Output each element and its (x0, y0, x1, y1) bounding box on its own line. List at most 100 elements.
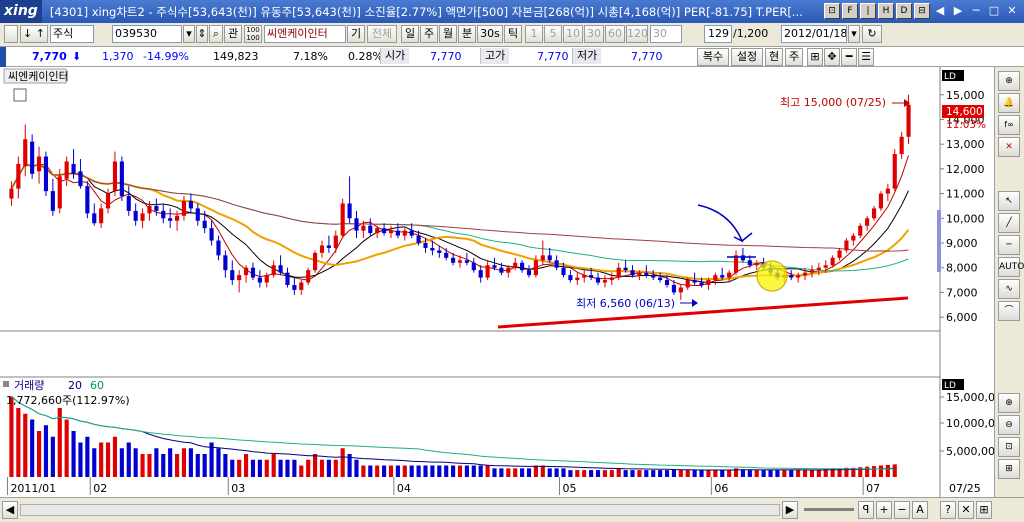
code-dropdown-icon[interactable]: ▾ (183, 25, 195, 43)
refresh-icon[interactable]: ↻ (862, 25, 882, 43)
volume-bar (554, 468, 559, 477)
zoom-plus-button[interactable]: + (876, 501, 892, 519)
zoom-in-icon[interactable]: ⊕ (998, 393, 1020, 413)
delete-drawing-icon[interactable]: ✕ (998, 137, 1020, 157)
all-view-icon[interactable]: ⊞ (998, 459, 1020, 479)
count-input[interactable]: 129 (704, 25, 732, 43)
table-icon[interactable]: ☰ (858, 48, 874, 66)
trendline-icon[interactable]: ╱ (998, 213, 1020, 233)
window-btn-5[interactable]: D (896, 3, 912, 19)
zoom-minus-button[interactable]: − (894, 501, 910, 519)
indicator-icon[interactable]: f∞ (998, 115, 1020, 135)
toolbar-top: ↓ ↑ 주식 039530 ▾ ⇕ ⌕ 관 100 100 씨엔케이인터 기 전체… (0, 23, 1024, 47)
price-scale-lock-icon[interactable]: LD (944, 72, 956, 82)
volume-bar (464, 465, 469, 477)
prev-window-icon[interactable]: ◀ (932, 3, 948, 19)
date-dropdown-icon[interactable]: ▾ (848, 25, 860, 43)
volume-scale-lock-icon[interactable]: LD (944, 381, 956, 391)
volume-bar (782, 470, 787, 477)
layout-button[interactable]: ⊞ (976, 501, 992, 519)
next-window-icon[interactable]: ▶ (950, 3, 966, 19)
volume-bar (664, 470, 670, 477)
auto-trend-icon[interactable]: AUTO (998, 257, 1024, 277)
date-input[interactable]: 2012/01/18 (781, 25, 847, 43)
candle-body (140, 213, 145, 221)
candle-body (30, 141, 35, 174)
scroll-left-icon[interactable]: ◀ (2, 501, 18, 519)
window-btn-1[interactable]: ⊡ (824, 3, 840, 19)
window-btn-4[interactable]: H (878, 3, 894, 19)
candle-body (278, 265, 283, 273)
related-button[interactable]: 관 (224, 25, 242, 43)
period-30s[interactable]: 30s (477, 25, 503, 43)
wave-icon[interactable]: ∿ (998, 279, 1020, 299)
candle-body (464, 260, 469, 263)
search-icon[interactable]: ⌕ (209, 25, 223, 43)
minimize-icon[interactable]: ─ (968, 3, 984, 19)
auto-scale-button[interactable]: A (912, 501, 928, 519)
crosshair-icon[interactable]: ⊕ (998, 71, 1020, 91)
week-button[interactable]: 주 (785, 48, 803, 66)
period-minute[interactable]: 분 (458, 25, 476, 43)
spin-icon[interactable]: ⇕ (196, 25, 208, 43)
period-tick[interactable]: 틱 (504, 25, 522, 43)
period-week[interactable]: 주 (420, 25, 438, 43)
all-button[interactable]: 전체 (367, 25, 397, 43)
volume-bar (602, 470, 607, 477)
volume-axis: 15,000,0 10,000,00 5,000,000 (940, 391, 994, 458)
maximize-icon[interactable]: □ (986, 3, 1002, 19)
cursor-icon[interactable]: ↖ (998, 191, 1020, 211)
volume-bar (416, 465, 421, 477)
volume-bar (202, 454, 207, 477)
bell-icon[interactable]: 🔔 (998, 93, 1020, 113)
scrollbar-track[interactable] (20, 504, 780, 516)
stock-name-field[interactable]: 씨엔케이인터 (264, 25, 346, 43)
period-day[interactable]: 일 (401, 25, 419, 43)
period-month[interactable]: 월 (439, 25, 457, 43)
minus-icon[interactable]: ━ (841, 48, 857, 66)
fit-icon[interactable]: ⊡ (998, 437, 1020, 457)
volume-bar (713, 470, 718, 477)
high-annotation: 최고 15,000 (07/25) (780, 96, 886, 109)
stock-code-input[interactable]: 039530 (112, 25, 182, 43)
minute-5[interactable]: 5 (544, 25, 562, 43)
sort-arrows-button[interactable]: ↓ ↑ (20, 25, 48, 43)
price-tick-label: 9,000 (946, 237, 978, 250)
window-btn-2[interactable]: F (842, 3, 858, 19)
price-tick-label: 13,000 (946, 138, 985, 151)
current-button[interactable]: 현 (765, 48, 783, 66)
minute-custom-input[interactable]: 30 (650, 25, 682, 43)
window-btn-6[interactable]: ⊟ (914, 3, 930, 19)
move-icon[interactable]: ✥ (824, 48, 840, 66)
zoom-out-icon[interactable]: ⊖ (998, 415, 1020, 435)
settings-button[interactable]: 설정 (731, 48, 763, 66)
close-chart-button[interactable]: ✕ (958, 501, 974, 519)
volume-bar (575, 470, 580, 477)
window-btn-3[interactable]: | (860, 3, 876, 19)
fibonacci-icon[interactable]: ⌒ (998, 301, 1020, 321)
market-type-select[interactable]: 주식 (50, 25, 94, 43)
volume-bar (678, 469, 683, 477)
minute-120[interactable]: 120 (626, 25, 648, 43)
options-checkbox[interactable] (4, 25, 18, 43)
help-button[interactable]: ? (940, 501, 956, 519)
grid-layout-icon[interactable]: ⊞ (807, 48, 823, 66)
minute-60[interactable]: 60 (605, 25, 625, 43)
close-icon[interactable]: ✕ (1004, 3, 1020, 19)
price-tick-label: 12,000 (946, 163, 985, 176)
gi-button[interactable]: 기 (347, 25, 365, 43)
scroll-right-icon[interactable]: ▶ (782, 501, 798, 519)
chart-checkbox[interactable] (13, 88, 27, 102)
multi-button[interactable]: 복수 (697, 48, 729, 66)
horizontal-line-icon[interactable]: ─ (998, 235, 1020, 255)
volume-bar (57, 408, 62, 477)
minute-10[interactable]: 10 (563, 25, 583, 43)
zoom-glyph[interactable]: ꟼ (858, 501, 874, 519)
minute-30[interactable]: 30 (584, 25, 604, 43)
minute-1[interactable]: 1 (525, 25, 543, 43)
volume-bar (257, 459, 262, 477)
zoom-slider[interactable] (804, 508, 854, 511)
current-pct-tag: 11.03% (946, 119, 986, 131)
grid-100-icon[interactable]: 100 100 (244, 25, 262, 43)
price-chart[interactable]: 씨엔케이인터 15,00014,00013,00012,00011,00010,… (0, 67, 994, 497)
